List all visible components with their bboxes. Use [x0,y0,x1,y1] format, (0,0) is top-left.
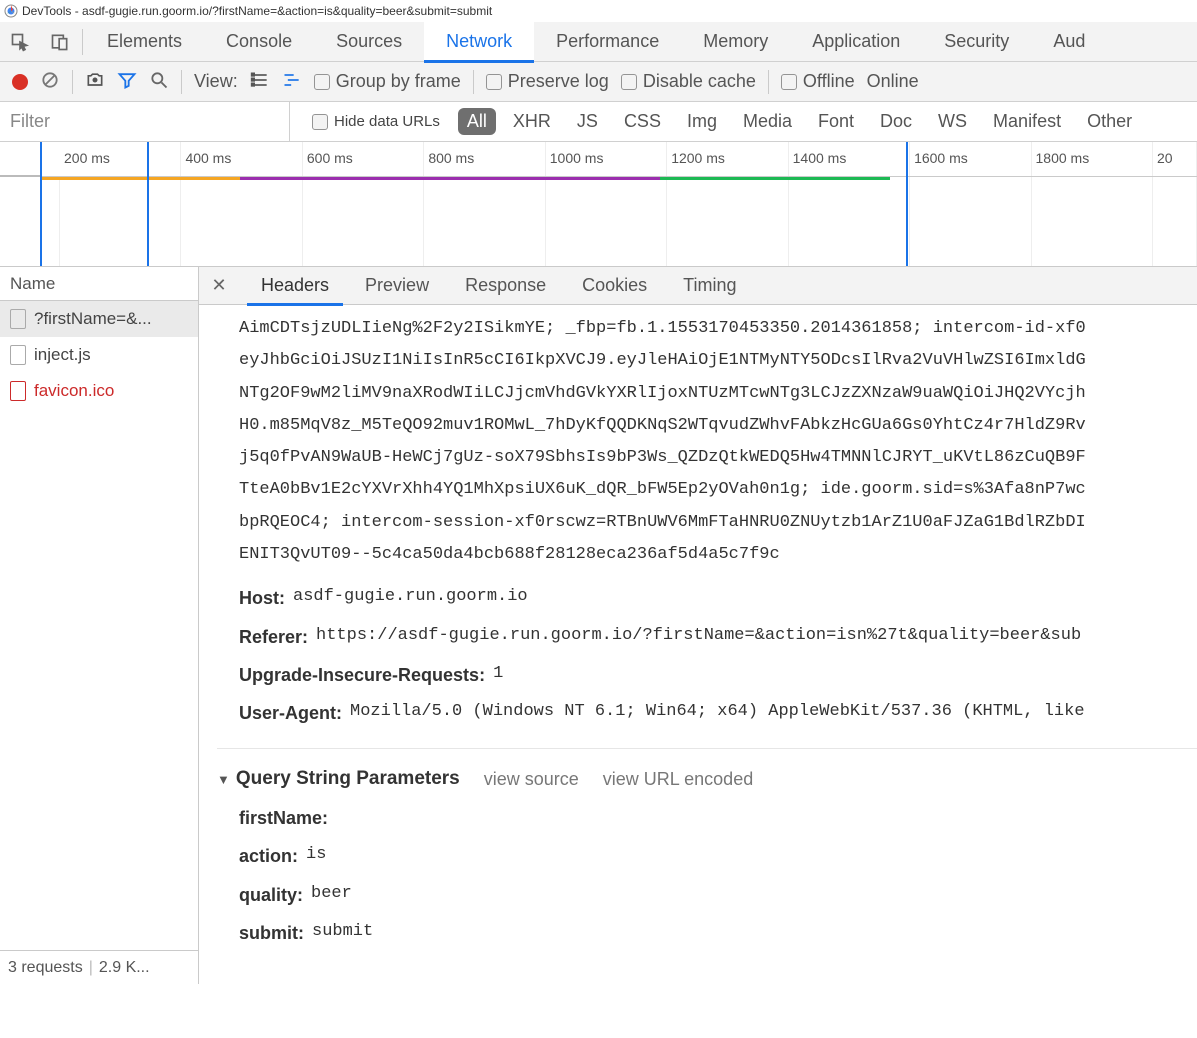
timeline-ticks: 200 ms 400 ms 600 ms 800 ms 1000 ms 1200… [0,142,1197,177]
separator [72,70,73,94]
clear-button[interactable] [40,70,60,94]
search-icon[interactable] [149,70,169,94]
network-toolbar: View: Group by frame Preserve log Disabl… [0,62,1197,102]
waterfall-view-icon[interactable] [282,70,302,94]
filter-chip-css[interactable]: CSS [615,108,670,135]
capture-screenshot-icon[interactable] [85,70,105,94]
headers-panel[interactable]: AimCDTsjzUDLIieNg%2F2y2ISikmYE; _fbp=fb.… [199,305,1197,984]
view-label: View: [194,71,238,92]
detail-tab-preview[interactable]: Preview [347,267,447,305]
group-by-frame-checkbox[interactable]: Group by frame [314,71,461,92]
request-row[interactable]: favicon.ico [0,373,198,409]
device-toggle-icon[interactable] [40,22,80,62]
detail-tab-headers[interactable]: Headers [243,267,347,305]
offline-checkbox[interactable]: Offline [781,71,855,92]
filter-chip-js[interactable]: JS [568,108,607,135]
view-source-link[interactable]: view source [484,762,579,796]
detail-tab-timing[interactable]: Timing [665,267,754,305]
filter-input[interactable]: Filter [0,102,290,142]
filter-chip-ws[interactable]: WS [929,108,976,135]
separator [768,70,769,94]
record-button[interactable] [12,74,28,90]
separator [473,70,474,94]
request-list: Name ?firstName=&... inject.js favicon.i… [0,267,199,984]
window-title: DevTools - asdf-gugie.run.goorm.io/?firs… [22,4,492,18]
hide-data-urls-checkbox[interactable]: Hide data URLs [312,113,440,130]
timeline-bars [0,177,1197,183]
cookie-text: AimCDTsjzUDLIieNg%2F2y2ISikmYE; _fbp=fb.… [239,313,1197,571]
file-icon [10,309,26,329]
tab-security[interactable]: Security [922,22,1031,62]
tab-elements[interactable]: Elements [85,22,204,62]
divider [82,29,83,55]
qsp-params: firstName: action:is quality:beer submit… [217,801,1197,950]
separator [181,70,182,94]
tab-performance[interactable]: Performance [534,22,681,62]
filter-chip-manifest[interactable]: Manifest [984,108,1070,135]
request-row[interactable]: ?firstName=&... [0,301,198,337]
file-icon [10,345,26,365]
inspect-icon[interactable] [0,22,40,62]
status-bar: 3 requests | 2.9 K... [0,950,198,984]
request-detail: ✕ Headers Preview Response Cookies Timin… [199,267,1197,984]
filter-chip-img[interactable]: Img [678,108,726,135]
filter-chip-doc[interactable]: Doc [871,108,921,135]
tab-console[interactable]: Console [204,22,314,62]
filter-chip-font[interactable]: Font [809,108,863,135]
filter-chip-xhr[interactable]: XHR [504,108,560,135]
filter-row: Filter Hide data URLs All XHR JS CSS Img… [0,102,1197,142]
view-url-encoded-link[interactable]: view URL encoded [603,762,753,796]
tab-memory[interactable]: Memory [681,22,790,62]
large-rows-icon[interactable] [250,70,270,94]
timeline-marker [147,142,149,266]
filter-icon[interactable] [117,70,137,94]
throttle-select[interactable]: Online [867,71,919,92]
filter-chip-media[interactable]: Media [734,108,801,135]
devtools-icon [4,4,18,18]
filter-chip-other[interactable]: Other [1078,108,1141,135]
timeline-overview[interactable]: 200 ms 400 ms 600 ms 800 ms 1000 ms 1200… [0,142,1197,267]
disable-cache-checkbox[interactable]: Disable cache [621,71,756,92]
window-titlebar: DevTools - asdf-gugie.run.goorm.io/?firs… [0,0,1197,22]
timeline-marker-domcontent [40,142,42,266]
close-detail-button[interactable]: ✕ [207,275,231,296]
detail-tabstrip: ✕ Headers Preview Response Cookies Timin… [199,267,1197,305]
tab-sources[interactable]: Sources [314,22,424,62]
preserve-log-checkbox[interactable]: Preserve log [486,71,609,92]
timeline-marker-load [906,142,908,266]
tab-audits[interactable]: Aud [1031,22,1107,62]
detail-tab-cookies[interactable]: Cookies [564,267,665,305]
filter-chip-all[interactable]: All [458,108,496,135]
disclosure-triangle-icon: ▼ [217,772,230,787]
file-icon [10,381,26,401]
column-header-name[interactable]: Name [0,267,198,301]
tab-network[interactable]: Network [424,22,534,62]
qsp-section-header[interactable]: ▼Query String Parameters view source vie… [217,748,1197,797]
detail-tab-response[interactable]: Response [447,267,564,305]
main-tabstrip: Elements Console Sources Network Perform… [0,22,1197,62]
request-row[interactable]: inject.js [0,337,198,373]
tab-application[interactable]: Application [790,22,922,62]
